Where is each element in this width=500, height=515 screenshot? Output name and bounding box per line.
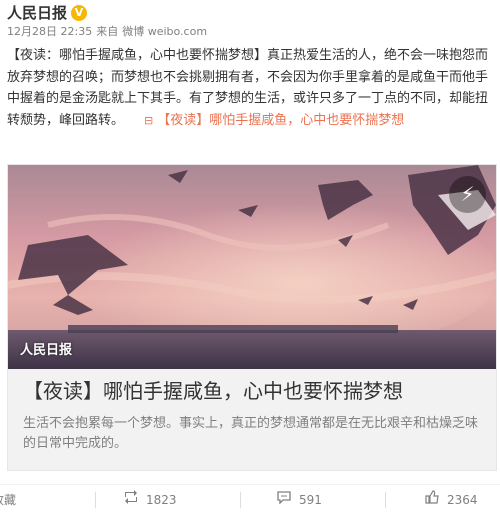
like-count: 2364: [447, 493, 478, 507]
comment-icon: [277, 485, 291, 515]
card-description: 生活不会抱累每一个梦想。事实上，真正的梦想通常都是在无比艰辛和枯燥乏味的日常中完…: [23, 416, 479, 451]
comment-button[interactable]: 591: [277, 485, 322, 515]
post-meta: 12月28日 22:35 来自 微博 weibo.com: [7, 25, 211, 39]
card-image[interactable]: 人民日报 ⚡: [8, 165, 496, 369]
repost-count: 1823: [146, 493, 177, 507]
post-text: 【夜读：哪怕手握咸鱼，心中也要怀揣梦想】真正热爱生活的人，绝不会一味抱怨而放弃梦…: [7, 45, 495, 131]
divider: [240, 492, 241, 508]
repost-icon: [124, 485, 138, 515]
post-header: 人民日报 V 12月28日 22:35 来自 微博 weibo.com: [7, 3, 493, 39]
favorite-button[interactable]: 收藏: [0, 485, 16, 515]
thumbs-up-icon: [425, 485, 439, 515]
card-watermark: 人民日报: [20, 343, 73, 358]
comment-count: 591: [299, 493, 322, 507]
source-prefix: 来自: [96, 25, 119, 38]
lightning-icon[interactable]: ⚡: [449, 176, 486, 213]
post-date[interactable]: 12月28日 22:35: [7, 25, 92, 38]
article-link[interactable]: 【夜读】哪怕手握咸鱼，心中也要怀揣梦想: [157, 113, 404, 128]
divider: [385, 492, 386, 508]
seagull-sunset-illustration: [8, 165, 496, 369]
like-button[interactable]: 2364: [425, 485, 478, 515]
post-source[interactable]: 微博 weibo.com: [122, 25, 207, 38]
action-bar: 收藏 1823 591 2364: [0, 484, 500, 515]
repost-button[interactable]: 1823: [124, 485, 177, 515]
card-title[interactable]: 【夜读】哪怕手握咸鱼，心中也要怀揣梦想: [23, 377, 403, 405]
divider: [95, 492, 96, 508]
article-card[interactable]: 人民日报 ⚡ 【夜读】哪怕手握咸鱼，心中也要怀揣梦想 生活不会抱累每一个梦想。事…: [7, 164, 497, 471]
favorite-label: 收藏: [0, 493, 17, 507]
verified-icon: V: [71, 5, 87, 21]
link-icon: ⊟: [144, 113, 154, 127]
author-name[interactable]: 人民日报: [7, 3, 67, 23]
